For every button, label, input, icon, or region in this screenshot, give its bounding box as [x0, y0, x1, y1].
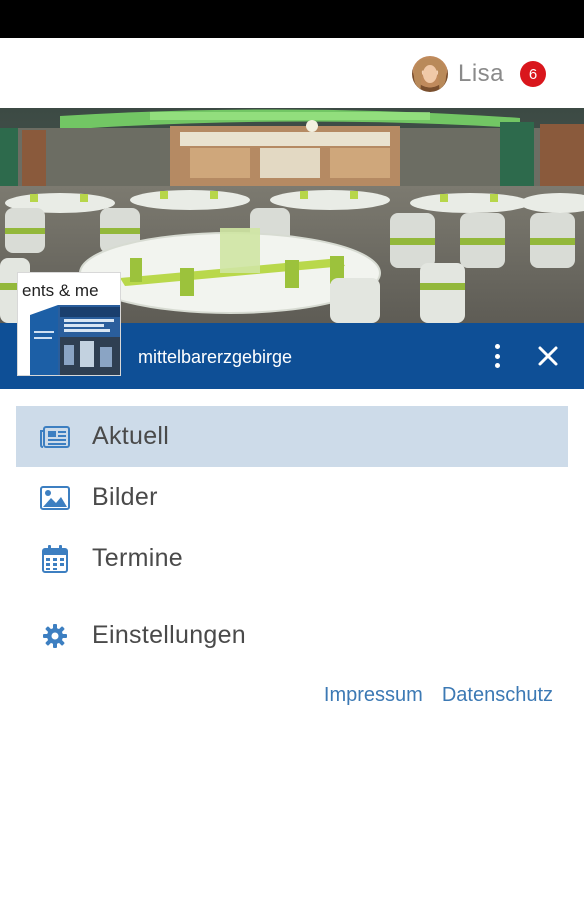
newspaper-icon	[40, 424, 70, 450]
user-chip[interactable]: Lisa 6	[411, 56, 546, 92]
gear-icon	[40, 623, 70, 649]
menu-item-bilder[interactable]: Bilder	[16, 467, 568, 528]
image-icon	[40, 485, 70, 511]
thumbnail-text: ents & me	[22, 281, 99, 300]
calendar-icon	[40, 544, 70, 573]
more-vertical-icon[interactable]	[484, 341, 510, 371]
menu-label-termine: Termine	[92, 544, 184, 572]
impressum-link[interactable]: Impressum	[324, 684, 423, 707]
page-title: mittelbarerzgebirge	[138, 347, 293, 367]
status-bar	[0, 0, 584, 38]
menu-separator	[16, 589, 568, 605]
menu-item-einstellungen[interactable]: Einstellungen	[16, 605, 568, 666]
user-avatar[interactable]	[411, 56, 448, 92]
datenschutz-link[interactable]: Datenschutz	[442, 684, 553, 707]
menu-label-aktuell: Aktuell	[92, 422, 170, 450]
footer-links: Impressum Datenschutz	[324, 684, 553, 707]
menu-label-einstellungen: Einstellungen	[92, 621, 247, 649]
user-name[interactable]: Lisa	[458, 60, 504, 88]
page-thumbnail[interactable]: ents & me	[17, 272, 121, 376]
menu-item-aktuell[interactable]: Aktuell	[16, 406, 568, 467]
notification-badge[interactable]: 6	[520, 61, 546, 87]
top-header: Lisa 6	[0, 38, 584, 108]
menu-label-bilder: Bilder	[92, 483, 158, 511]
nav-menu: Aktuell Bilder Termine Einstellungen	[16, 406, 568, 666]
thumbnail-image	[30, 305, 120, 375]
menu-item-termine[interactable]: Termine	[16, 528, 568, 589]
close-icon[interactable]	[535, 343, 561, 369]
